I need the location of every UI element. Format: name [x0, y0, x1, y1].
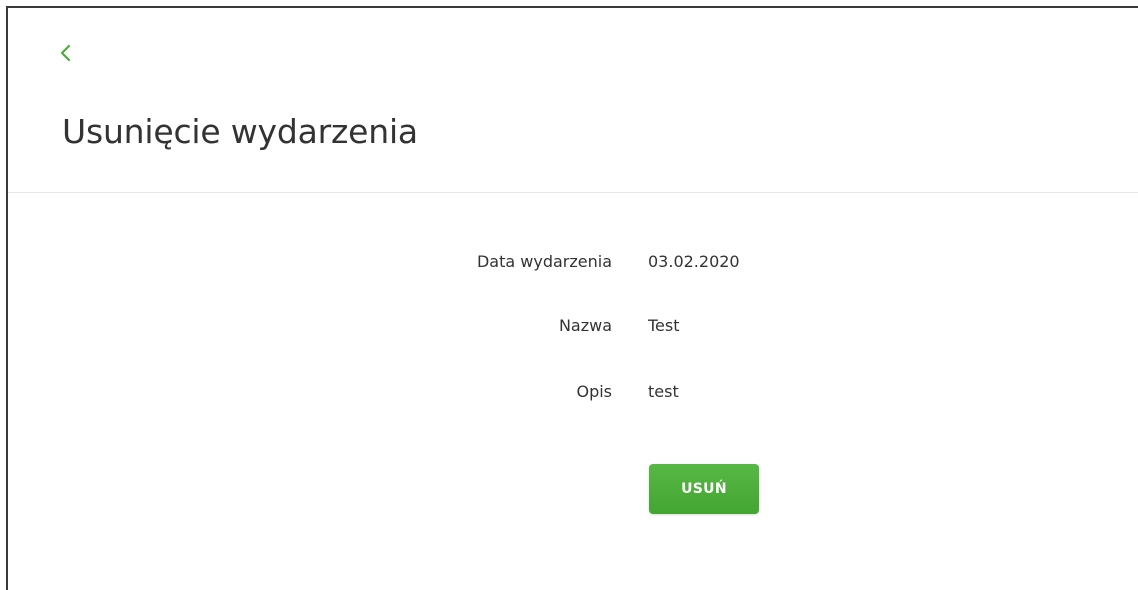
date-value: 03.02.2020 — [648, 252, 740, 271]
delete-button[interactable]: USUŃ — [649, 464, 759, 514]
date-label: Data wydarzenia — [476, 252, 612, 271]
header-divider — [8, 192, 1138, 193]
description-value: test — [648, 382, 679, 401]
page-frame: Usunięcie wydarzenia Data wydarzenia 03.… — [6, 6, 1138, 590]
chevron-left-icon — [60, 44, 71, 62]
detail-row-name: Nazwa Test — [8, 316, 1138, 340]
description-label: Opis — [576, 382, 612, 401]
back-button[interactable] — [56, 40, 76, 66]
detail-row-date: Data wydarzenia 03.02.2020 — [8, 252, 1138, 276]
name-value: Test — [648, 316, 680, 335]
detail-row-description: Opis test — [8, 382, 1138, 406]
page-title: Usunięcie wydarzenia — [62, 112, 418, 151]
name-label: Nazwa — [558, 316, 612, 335]
